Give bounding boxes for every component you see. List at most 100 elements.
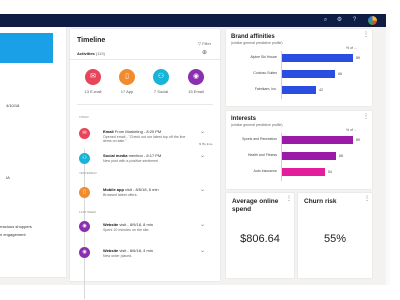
brand-category-label: Contoso Suites [253,71,277,75]
brand-bar[interactable] [282,54,353,62]
web-icon: ◉ [192,73,200,80]
interest-category-label: Auto Insurance [253,169,277,173]
event-dot: ⚇ [79,153,90,164]
event-type: Website [103,222,119,227]
brand-value-label: 42 [319,88,323,92]
timeline-card: Timeline ▽ Filter Activities (119) ⊕ ✉ ▯… [70,29,220,299]
more-icon[interactable]: ⋮ [363,113,369,120]
event-type: Mobile app [103,187,124,192]
web-icon: ◉ [82,223,87,229]
top-nav-bar: ⌕ ⚙ ? [0,14,386,27]
summary-date: 4/10/18 [6,103,20,108]
section-last-week: LAST WEEK [79,210,97,214]
event-description: Opened email - "Check out our latest top… [103,135,186,144]
counter-web-label: 15 Email [188,89,204,94]
summary-text: IA [6,175,10,180]
segment-text-2: n engagement [0,232,26,237]
event-dot: ✉ [79,128,90,139]
average-spend-title: Average online spend [232,198,279,213]
counter-app-label: 17 App [120,89,134,94]
customer-summary-panel: 4/10/18 IA rracious shoppers n engagemen… [0,27,66,277]
brand-value-label: 89 [356,56,360,60]
event-description: Spent 10 minutes on the site. [103,228,150,232]
sort-label: By time [202,142,213,146]
chevron-down-icon[interactable]: ⌄ [200,128,205,135]
interests-card: Interests (similar general predictive pr… [226,111,372,189]
event-title[interactable]: Social media mention - 8:17 PM [103,153,161,158]
section-yesterday: YESTERDAY [79,171,97,175]
event-dot: ◉ [79,221,90,232]
chevron-down-icon[interactable]: ⌄ [200,221,205,228]
brand-affinities-card: Brand affinities (similar general predic… [226,29,372,106]
churn-risk-title: Churn risk [304,198,337,205]
mail-icon: ✉ [82,130,87,136]
event-title[interactable]: Website visit - 8/9/18, 8 min [103,222,153,227]
app-window: ⌕ ⚙ ? 4/10/18 IA rracious shoppers n eng… [0,0,400,300]
summary-banner [0,33,53,63]
event-meta: mention - 8:17 PM [128,153,162,158]
search-icon[interactable]: ⌕ [322,17,329,24]
event-title[interactable]: Mobile app visit - 8/5/18, 6 min [103,187,159,192]
counter-app-button[interactable]: ▯ [119,69,135,85]
help-icon[interactable]: ? [351,17,358,24]
chevron-down-icon[interactable]: ⌄ [200,186,205,193]
sort-button[interactable]: ⇅ By time [199,142,212,146]
chevron-down-icon[interactable]: ⌄ [200,247,205,254]
event-dot: ▯ [79,187,90,198]
churn-risk-value: 55% [323,233,347,245]
brand-category-label: Fabrikam, Inc. [254,87,277,91]
counter-social-label: 7 Social [153,89,169,94]
average-spend-card: Average online spend ⋮ $806.64 [226,193,294,278]
event-description: Browsed latest offers. [103,193,138,197]
scrollbar[interactable] [386,27,390,285]
timeline-title: Timeline [77,37,106,44]
divider [70,59,220,60]
add-icon[interactable]: ⊕ [202,49,207,56]
divider [77,104,213,105]
average-spend-value: $806.64 [240,233,280,245]
event-type: Website [103,248,119,253]
section-today: TODAY [79,115,90,119]
brand-title: Brand affinities [231,34,275,40]
counter-email-label: 13 E-mail [84,89,102,94]
filter-label: Filter [202,41,212,46]
event-type: Email [103,129,114,134]
brand-value-label: 66 [338,72,342,76]
churn-risk-card: Churn risk ⋮ 55% [298,193,372,278]
interest-value-label: 54 [328,170,332,174]
activities-text: Activities [77,51,95,56]
counter-social-button[interactable]: ⚇ [153,69,169,85]
event-title[interactable]: Website visit - 8/6/18, 4 min [103,248,153,253]
interest-bar[interactable] [282,136,353,144]
event-meta: visit - 8/6/18, 4 min [119,248,153,253]
interest-bar[interactable] [282,168,325,176]
interest-value-label: 68 [339,154,343,158]
event-dot: ◉ [79,247,90,258]
phone-icon: ▯ [125,73,129,80]
brand-bar[interactable] [282,70,335,78]
event-title[interactable]: Email From Marketing - 8:20 PM [103,129,161,134]
event-meta: visit - 8/9/18, 8 min [119,222,153,227]
interest-value-label: 89 [356,138,360,142]
interests-title: Interests [231,116,257,122]
more-icon[interactable]: ⋮ [286,195,292,202]
percent-label: % of ... [346,46,357,50]
more-icon[interactable]: ⋮ [363,31,369,38]
people-icon: ⚇ [157,73,165,80]
gear-icon[interactable]: ⚙ [336,17,343,24]
counter-email-button[interactable]: ✉ [85,69,101,85]
interest-bar[interactable] [282,152,336,160]
filter-button[interactable]: ▽ Filter [198,41,211,46]
event-meta: From Marketing - 8:20 PM [114,129,162,134]
event-meta: visit - 8/5/18, 6 min [125,187,159,192]
counter-web-button[interactable]: ◉ [188,69,204,85]
chevron-down-icon[interactable]: ⌄ [200,152,205,159]
more-icon[interactable]: ⋮ [364,195,370,202]
event-description: New post with a positive sentiment [103,159,159,163]
brand-subtitle: (similar general predictive profile) [231,41,283,45]
segment-text: rracious shoppers [0,224,32,229]
web-icon: ◉ [82,249,87,255]
brand-bar[interactable] [282,86,316,94]
mail-icon: ✉ [90,73,96,80]
avatar[interactable] [368,16,377,25]
